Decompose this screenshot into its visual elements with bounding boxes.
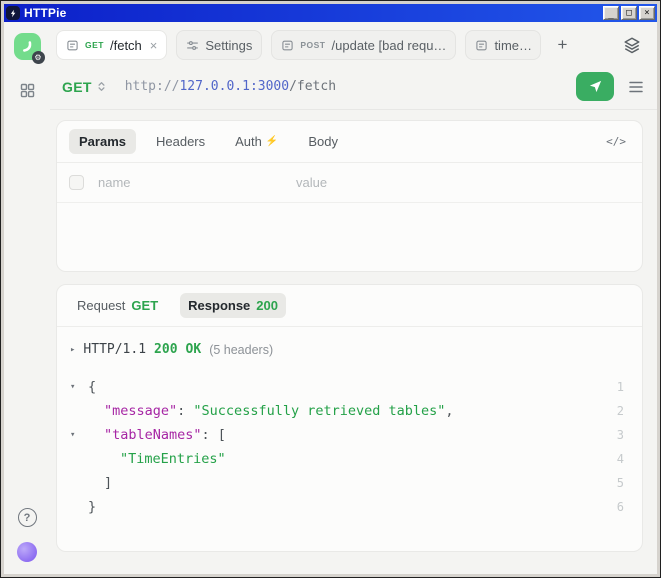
status-code: 200 [154, 342, 177, 357]
tab-time[interactable]: time… [465, 30, 541, 60]
tab-headers[interactable]: Headers [146, 129, 215, 154]
tab-label: time… [494, 38, 532, 53]
window-title: HTTPie [24, 6, 599, 20]
close-icon[interactable]: × [150, 38, 158, 53]
url-port: :3000 [250, 79, 289, 94]
tab-method-label: POST [300, 40, 325, 50]
send-icon [588, 79, 603, 94]
line-number: 1 [617, 380, 624, 394]
body-line: "TimeEntries" 4 [70, 447, 632, 471]
close-button[interactable]: × [639, 6, 655, 20]
body-line: ] 5 [70, 471, 632, 495]
line-number: 6 [617, 500, 624, 514]
request-doc-icon [66, 39, 79, 52]
request-method: GET [131, 298, 158, 313]
request-doc-icon [281, 39, 294, 52]
layers-icon[interactable] [623, 36, 645, 54]
protocol: HTTP/1.1 [83, 342, 146, 357]
request-view-toggle[interactable]: Request GET [69, 293, 166, 318]
sidebar: ⚙ ? [4, 22, 50, 574]
new-tab-button[interactable]: + [550, 32, 574, 58]
response-status-badge: 200 [256, 298, 278, 313]
request-doc-icon [475, 39, 488, 52]
maximize-button[interactable]: □ [621, 6, 637, 20]
tab-get-fetch[interactable]: GET /fetch × [56, 30, 167, 60]
tab-label: Settings [205, 38, 252, 53]
send-button[interactable] [576, 72, 614, 101]
bolt-icon [9, 9, 18, 18]
tab-post-update[interactable]: POST /update [bad requ… [271, 30, 456, 60]
request-label: Request [77, 298, 125, 313]
httpie-title-icon [6, 6, 20, 20]
request-options-panel: Params Headers Auth ⚡ Body </> name valu… [56, 120, 643, 272]
line-number: 5 [617, 476, 624, 490]
param-value-input[interactable]: value [296, 175, 327, 190]
expand-headers-icon[interactable]: ▸ [70, 345, 75, 355]
param-row: name value [57, 163, 642, 203]
main-area: GET /fetch × Settings POST /update [bad … [50, 22, 657, 574]
request-options-tabs: Params Headers Auth ⚡ Body </> [57, 121, 642, 162]
line-number: 2 [617, 404, 624, 418]
bolt-icon: ⚡ [266, 136, 278, 147]
status-reason: OK [186, 342, 202, 357]
code-view-icon[interactable]: </> [606, 135, 630, 148]
body-line: "message": "Successfully retrieved table… [70, 399, 632, 423]
body-line: ▾ { 1 [70, 375, 632, 399]
method-label: GET [62, 79, 92, 95]
param-name-input[interactable]: name [98, 175, 296, 190]
response-panel: Request GET Response 200 ▸ HTTP/1.1 200 … [56, 284, 643, 552]
help-icon[interactable]: ? [18, 508, 37, 527]
url-scheme: http [125, 79, 156, 94]
request-tab-bar: GET /fetch × Settings POST /update [bad … [50, 22, 657, 64]
url-host: 127.0.0.1 [179, 79, 249, 94]
tab-params[interactable]: Params [69, 129, 136, 154]
gear-badge-icon: ⚙ [32, 51, 45, 64]
url-bar: GET http://127.0.0.1:3000/fetch [50, 64, 657, 110]
url-input[interactable]: http://127.0.0.1:3000/fetch [125, 79, 336, 94]
body-line: } 6 [70, 495, 632, 519]
tab-label: /fetch [110, 38, 142, 53]
url-path: /fetch [289, 79, 336, 94]
tab-auth[interactable]: Auth ⚡ [225, 129, 288, 154]
method-dropdown[interactable]: GET [62, 79, 107, 95]
response-view-toggle[interactable]: Response 200 [180, 293, 286, 318]
workspace-grid-icon[interactable] [19, 82, 36, 99]
sliders-icon [186, 39, 199, 52]
chevron-updown-icon [96, 81, 107, 92]
app-window: HTTPie _ □ × ⚙ [0, 0, 661, 578]
tab-method-label: GET [85, 40, 104, 50]
httpie-logo[interactable]: ⚙ [14, 33, 41, 60]
body-line: ▾ "tableNames": [ 3 [70, 423, 632, 447]
line-number: 3 [617, 428, 624, 442]
line-number: 4 [617, 452, 624, 466]
url-separator: :// [156, 79, 179, 94]
response-label: Response [188, 298, 250, 313]
response-body: ▾ { 1 "message": "Successfully retrieved… [57, 359, 642, 519]
tab-body[interactable]: Body [298, 129, 348, 154]
tab-settings[interactable]: Settings [176, 30, 262, 60]
param-checkbox[interactable] [69, 175, 84, 190]
title-bar[interactable]: HTTPie _ □ × [4, 4, 657, 22]
collapse-icon[interactable]: ▾ [70, 430, 88, 440]
response-header: Request GET Response 200 [57, 285, 642, 326]
request-queue-icon[interactable] [627, 78, 645, 96]
tab-auth-label: Auth [235, 134, 262, 149]
collapse-icon[interactable]: ▾ [70, 382, 88, 392]
app-body: ⚙ ? GET [4, 22, 657, 574]
status-line: ▸ HTTP/1.1 200 OK (5 headers) [57, 327, 642, 359]
account-avatar[interactable] [17, 542, 37, 562]
headers-count: (5 headers) [209, 343, 273, 357]
tab-label: /update [bad requ… [332, 38, 447, 53]
minimize-button[interactable]: _ [603, 6, 619, 20]
